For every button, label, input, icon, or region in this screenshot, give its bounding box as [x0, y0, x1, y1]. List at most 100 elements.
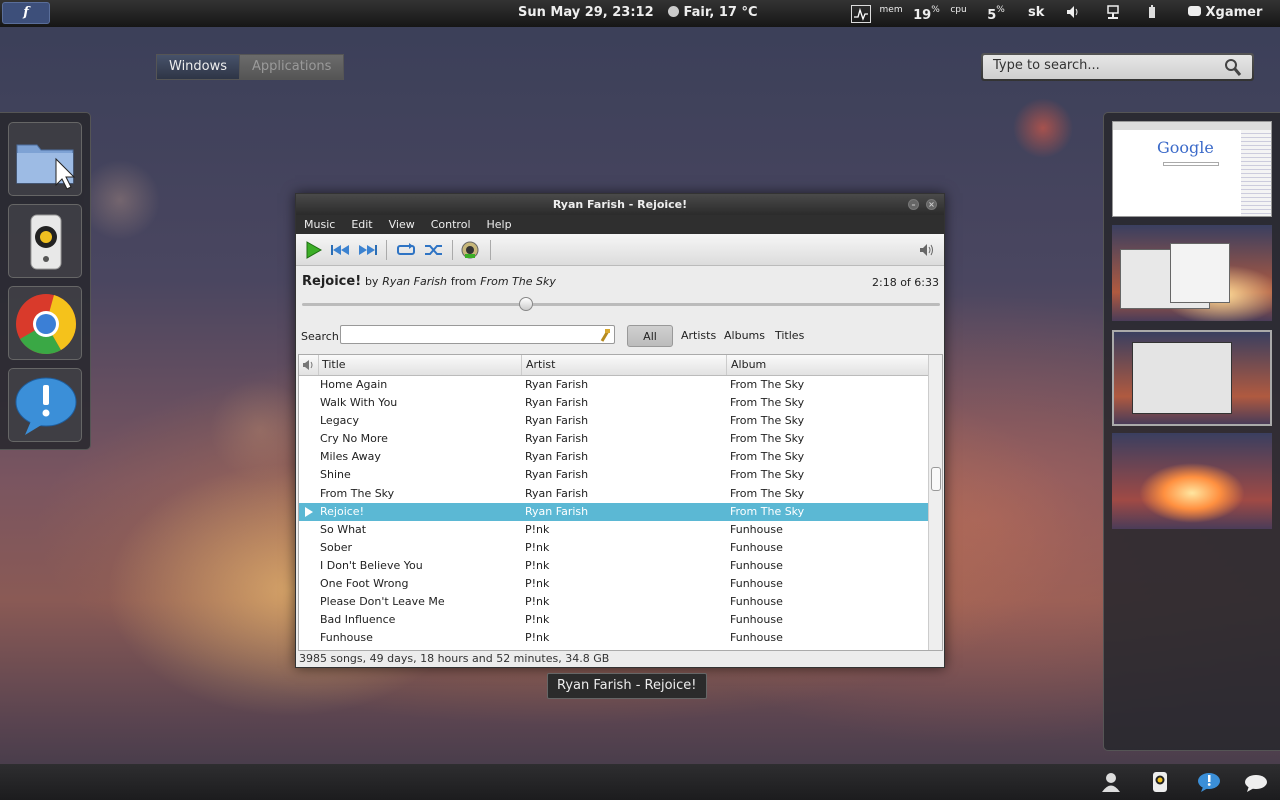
cell-title: Bad Influence — [320, 613, 396, 627]
table-row[interactable]: I Don't Believe You P!nk Funhouse — [299, 557, 942, 575]
library-search-input[interactable] — [340, 325, 615, 344]
table-row[interactable]: Sober P!nk Funhouse — [299, 539, 942, 557]
cell-album: From The Sky — [730, 414, 805, 428]
workspace-4[interactable] — [1112, 433, 1272, 529]
workspace-2[interactable] — [1112, 225, 1272, 321]
table-row[interactable]: Funhouse P!nk Funhouse — [299, 629, 942, 647]
column-title[interactable]: Title — [319, 355, 522, 375]
next-icon — [359, 245, 377, 255]
rhythmbox-tray-icon[interactable] — [1152, 771, 1168, 793]
seek-handle[interactable] — [518, 297, 533, 311]
speaker-browse-icon — [461, 241, 479, 259]
menu-edit[interactable]: Edit — [343, 218, 380, 231]
clear-icon[interactable] — [599, 328, 611, 342]
weather-indicator[interactable]: Fair, 17 °C — [668, 5, 758, 20]
previous-button[interactable] — [329, 239, 351, 261]
mem-value: 19 — [913, 8, 932, 23]
search-label: Search: — [301, 330, 343, 343]
notification-tray-icon[interactable] — [1197, 771, 1221, 793]
filter-albums[interactable]: Albums — [724, 325, 765, 347]
monitor-icon — [851, 5, 871, 23]
cell-artist: Ryan Farish — [525, 450, 589, 464]
browse-button[interactable] — [459, 239, 481, 261]
menu-control[interactable]: Control — [423, 218, 479, 231]
table-row[interactable]: One Foot Wrong P!nk Funhouse — [299, 575, 942, 593]
column-playing[interactable] — [299, 355, 319, 375]
table-row[interactable]: Miles Away Ryan Farish From The Sky — [299, 448, 942, 466]
filter-titles[interactable]: Titles — [775, 325, 804, 347]
shuffle-button[interactable] — [423, 239, 445, 261]
cell-album: From The Sky — [730, 486, 805, 500]
next-button[interactable] — [357, 239, 379, 261]
tab-applications[interactable]: Applications — [240, 54, 345, 80]
column-artist[interactable]: Artist — [522, 355, 727, 375]
cell-album: From The Sky — [730, 504, 805, 518]
dock-item-file-manager[interactable] — [8, 122, 82, 196]
overview-search[interactable]: Type to search... — [981, 53, 1254, 81]
cell-album: Funhouse — [730, 577, 783, 591]
table-row[interactable]: Cry No More Ryan Farish From The Sky — [299, 430, 942, 448]
table-row[interactable]: Shine Ryan Farish From The Sky — [299, 466, 942, 484]
message-tray — [0, 764, 1280, 800]
search-input[interactable]: Type to search... — [983, 55, 1252, 79]
close-button[interactable]: × — [926, 199, 937, 210]
dock-item-notifications[interactable] — [8, 368, 82, 442]
cell-artist: P!nk — [525, 522, 550, 536]
cell-artist: P!nk — [525, 558, 550, 572]
song-list: Title Artist Album Home Again Ryan Farish… — [298, 354, 943, 651]
filter-all[interactable]: All — [627, 325, 673, 347]
seek-slider[interactable] — [302, 297, 940, 311]
menu-help[interactable]: Help — [479, 218, 520, 231]
table-row-playing[interactable]: Rejoice! Ryan Farish From The Sky — [299, 502, 942, 521]
rhythmbox-window: Ryan Farish - Rejoice! – × Music Edit Vi… — [295, 193, 945, 668]
clock[interactable]: Sun May 29, 23:12 — [518, 5, 654, 20]
play-button[interactable] — [302, 239, 324, 261]
network-icon[interactable] — [1106, 5, 1120, 25]
battery-icon[interactable] — [1148, 5, 1156, 23]
activities-button[interactable]: f — [2, 2, 50, 24]
cell-artist: Ryan Farish — [525, 414, 589, 428]
user-menu[interactable]: Xgamer — [1188, 5, 1262, 20]
keyboard-layout[interactable]: sk — [1028, 5, 1044, 20]
table-row[interactable]: So What P!nk Funhouse — [299, 521, 942, 539]
system-monitor[interactable]: mem 19% cpu 5% — [851, 5, 1005, 23]
column-album[interactable]: Album — [727, 355, 930, 375]
cell-artist: Ryan Farish — [525, 468, 589, 482]
table-row[interactable]: Home Again Ryan Farish From The Sky — [299, 376, 942, 394]
repeat-button[interactable] — [395, 239, 417, 261]
filter-artists[interactable]: Artists — [681, 325, 716, 347]
dock-item-rhythmbox[interactable] — [8, 204, 82, 278]
cell-album: Funhouse — [730, 613, 783, 627]
menu-music[interactable]: Music — [296, 218, 343, 231]
previous-icon — [331, 245, 349, 255]
cell-title: Please Don't Leave Me — [320, 595, 445, 609]
window-title: Ryan Farish - Rejoice! — [552, 198, 688, 211]
speaker-icon — [30, 214, 62, 270]
minimize-button[interactable]: – — [908, 199, 919, 210]
table-row[interactable]: Walk With You Ryan Farish From The Sky — [299, 394, 942, 412]
volume-button[interactable] — [916, 239, 938, 261]
table-row[interactable]: Bad Influence P!nk Funhouse — [299, 611, 942, 629]
top-panel: f Sun May 29, 23:12 Fair, 17 °C mem 19% … — [0, 0, 1280, 27]
user-name: Xgamer — [1205, 5, 1263, 20]
window-titlebar[interactable]: Ryan Farish - Rejoice! – × — [296, 194, 944, 215]
contact-icon[interactable] — [1100, 771, 1122, 793]
table-row[interactable]: Please Don't Leave Me P!nk Funhouse — [299, 593, 942, 611]
vertical-scrollbar[interactable] — [928, 355, 942, 650]
from-word: from — [450, 275, 477, 288]
workspace-1[interactable]: Google — [1112, 121, 1272, 217]
tab-windows[interactable]: Windows — [156, 54, 241, 80]
menu-view[interactable]: View — [381, 218, 423, 231]
cell-title: I Don't Believe You — [320, 558, 423, 572]
workspace-3-active[interactable] — [1112, 330, 1272, 426]
scrollbar-thumb[interactable] — [931, 467, 941, 491]
exclamation-bubble-icon — [15, 377, 77, 435]
song-rows: Home Again Ryan Farish From The Sky Walk Wi… — [299, 376, 942, 647]
table-row[interactable]: From The Sky Ryan Farish From The Sky — [299, 485, 942, 503]
table-row[interactable]: Legacy Ryan Farish From The Sky — [299, 412, 942, 430]
chat-tray-icon[interactable] — [1244, 772, 1268, 794]
volume-icon[interactable] — [1066, 5, 1080, 23]
cell-title: Legacy — [320, 414, 359, 428]
dock-item-chromium[interactable] — [8, 286, 82, 360]
cell-title: Rejoice! — [320, 504, 364, 518]
